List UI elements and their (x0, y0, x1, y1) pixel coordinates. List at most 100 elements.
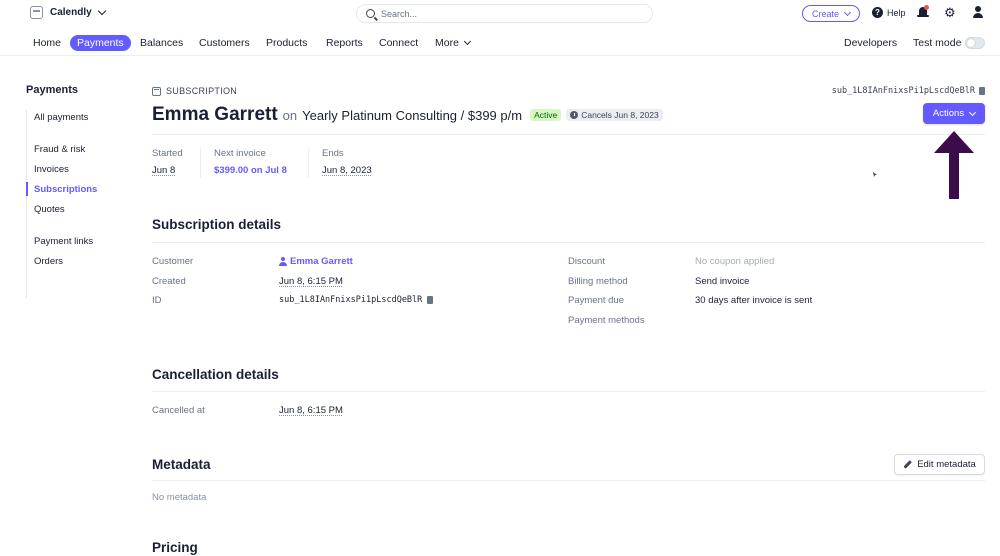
copy-icon[interactable] (979, 87, 985, 95)
started-value: Jun 8 (152, 165, 176, 176)
summary-divider (308, 148, 309, 178)
customer-link-text: Emma Garrett (290, 256, 353, 267)
annotation-arrow-up-icon (934, 131, 974, 199)
no-metadata-text: No metadata (152, 492, 207, 503)
nav-developers[interactable]: Developers (844, 35, 897, 51)
detail-label: ID (152, 295, 162, 306)
ends-label: Ends (322, 148, 344, 159)
notification-dot (924, 5, 929, 10)
sidebar-item-subscriptions[interactable]: Subscriptions (34, 184, 97, 195)
test-mode-label: Test mode (913, 37, 962, 49)
plan-name: Yearly Platinum Consulting / $399 p/m (302, 108, 523, 123)
notifications-bell-icon[interactable] (917, 5, 929, 19)
detail-label: Discount (568, 256, 605, 267)
subscription-overline: SUBSCRIPTION (152, 86, 237, 96)
status-badge: Active (530, 109, 562, 121)
summary-divider (200, 148, 201, 178)
summary-started: Started Jun 8 (152, 148, 183, 176)
started-label: Started (152, 148, 183, 159)
pencil-icon (903, 460, 912, 469)
sidebar-item-payment-links[interactable]: Payment links (34, 236, 93, 247)
nav-products[interactable]: Products (266, 35, 307, 51)
subscription-id-header[interactable]: sub_1L8IAnFnixsPi1pLscdQeBlR (832, 86, 985, 96)
nav-customers[interactable]: Customers (199, 35, 250, 51)
detail-label: Created (152, 276, 186, 287)
title-on: on (282, 108, 298, 123)
cancels-badge: Cancels Jun 8, 2023 (566, 109, 663, 121)
subscription-id-value[interactable]: sub_1L8IAnFnixsPi1pLscdQeBlR (279, 295, 434, 305)
create-button[interactable]: Create (802, 5, 860, 22)
nav-balances[interactable]: Balances (140, 35, 183, 51)
account-switcher[interactable]: Calendly (30, 6, 106, 19)
sidebar-active-marker (26, 182, 28, 196)
nav-more-label: More (435, 37, 459, 49)
header-divider (152, 134, 985, 135)
top-bar: Calendly Search... Create ? Help ⚙ (0, 0, 1000, 28)
gear-icon[interactable]: ⚙ (944, 6, 956, 19)
search-icon (366, 9, 375, 18)
cancelled-at-value: Jun 8, 6:15 PM (279, 405, 343, 416)
nav-reports[interactable]: Reports (326, 35, 363, 51)
test-mode-toggle[interactable] (965, 37, 985, 49)
chevron-down-icon (463, 37, 471, 46)
ends-value: Jun 8, 2023 (322, 165, 372, 176)
user-profile-icon[interactable] (972, 6, 984, 19)
chevron-down-icon (969, 108, 977, 116)
discount-value: No coupon applied (695, 256, 775, 267)
subscription-details-title: Subscription details (152, 217, 282, 232)
sidebar-item-all-payments[interactable]: All payments (34, 112, 88, 123)
sidebar-item-fraud-risk[interactable]: Fraud & risk (34, 144, 85, 155)
help-button[interactable]: ? Help (872, 7, 906, 18)
sidebar-item-quotes[interactable]: Quotes (34, 204, 65, 215)
account-name: Calendly (50, 7, 92, 18)
section-divider (152, 242, 985, 243)
clock-icon (570, 111, 579, 119)
summary-next-invoice: Next invoice $399.00 on Jul 8 (214, 148, 287, 176)
next-invoice-link[interactable]: $399.00 on Jul 8 (214, 165, 287, 176)
nav-home[interactable]: Home (33, 35, 61, 51)
sidebar-divider (26, 110, 27, 298)
created-value: Jun 8, 6:15 PM (279, 276, 343, 287)
subscription-icon (152, 86, 161, 96)
help-label: Help (887, 7, 906, 18)
cancellation-details-title: Cancellation details (152, 367, 279, 382)
person-icon (279, 257, 287, 266)
search-input[interactable]: Search... (356, 4, 653, 23)
chevron-down-icon (97, 6, 106, 16)
subscription-id-text: sub_1L8IAnFnixsPi1pLscdQeBlR (279, 295, 423, 305)
actions-label: Actions (932, 108, 965, 119)
customer-link[interactable]: Emma Garrett (279, 256, 353, 267)
section-divider (152, 391, 985, 392)
page-title: Emma Garrett on Yearly Platinum Consulti… (152, 104, 663, 126)
help-icon: ? (872, 7, 883, 18)
billing-method-value: Send invoice (695, 276, 750, 287)
next-invoice-label: Next invoice (214, 148, 266, 159)
mouse-cursor-icon (873, 172, 877, 177)
copy-icon[interactable] (427, 296, 434, 304)
search-placeholder: Search... (381, 8, 418, 19)
nav-more[interactable]: More (435, 35, 471, 51)
metadata-title: Metadata (152, 457, 211, 472)
detail-label: Billing method (568, 276, 628, 287)
sidebar-item-invoices[interactable]: Invoices (34, 164, 69, 175)
nav-connect[interactable]: Connect (379, 35, 418, 51)
account-logo-icon (30, 6, 43, 19)
section-divider (152, 480, 985, 481)
subscription-id-text: sub_1L8IAnFnixsPi1pLscdQeBlR (831, 86, 975, 96)
main-nav: Home Payments Balances Customers Product… (0, 30, 1000, 56)
sidebar-item-orders[interactable]: Orders (34, 256, 63, 267)
sidebar-title: Payments (26, 84, 78, 96)
nav-payments[interactable]: Payments (70, 35, 131, 51)
cancels-badge-text: Cancels Jun 8, 2023 (581, 110, 659, 120)
customer-name-title[interactable]: Emma Garrett (152, 104, 278, 126)
actions-button[interactable]: Actions (923, 103, 985, 124)
edit-metadata-button[interactable]: Edit metadata (894, 454, 985, 475)
detail-label: Customer (152, 256, 194, 267)
detail-label: Payment due (568, 295, 624, 306)
cancelled-at-label: Cancelled at (152, 405, 205, 416)
pricing-title: Pricing (152, 540, 198, 555)
chevron-down-icon (843, 8, 852, 16)
overline-label: SUBSCRIPTION (166, 86, 238, 96)
edit-metadata-label: Edit metadata (917, 459, 976, 470)
create-label: Create (811, 8, 839, 19)
